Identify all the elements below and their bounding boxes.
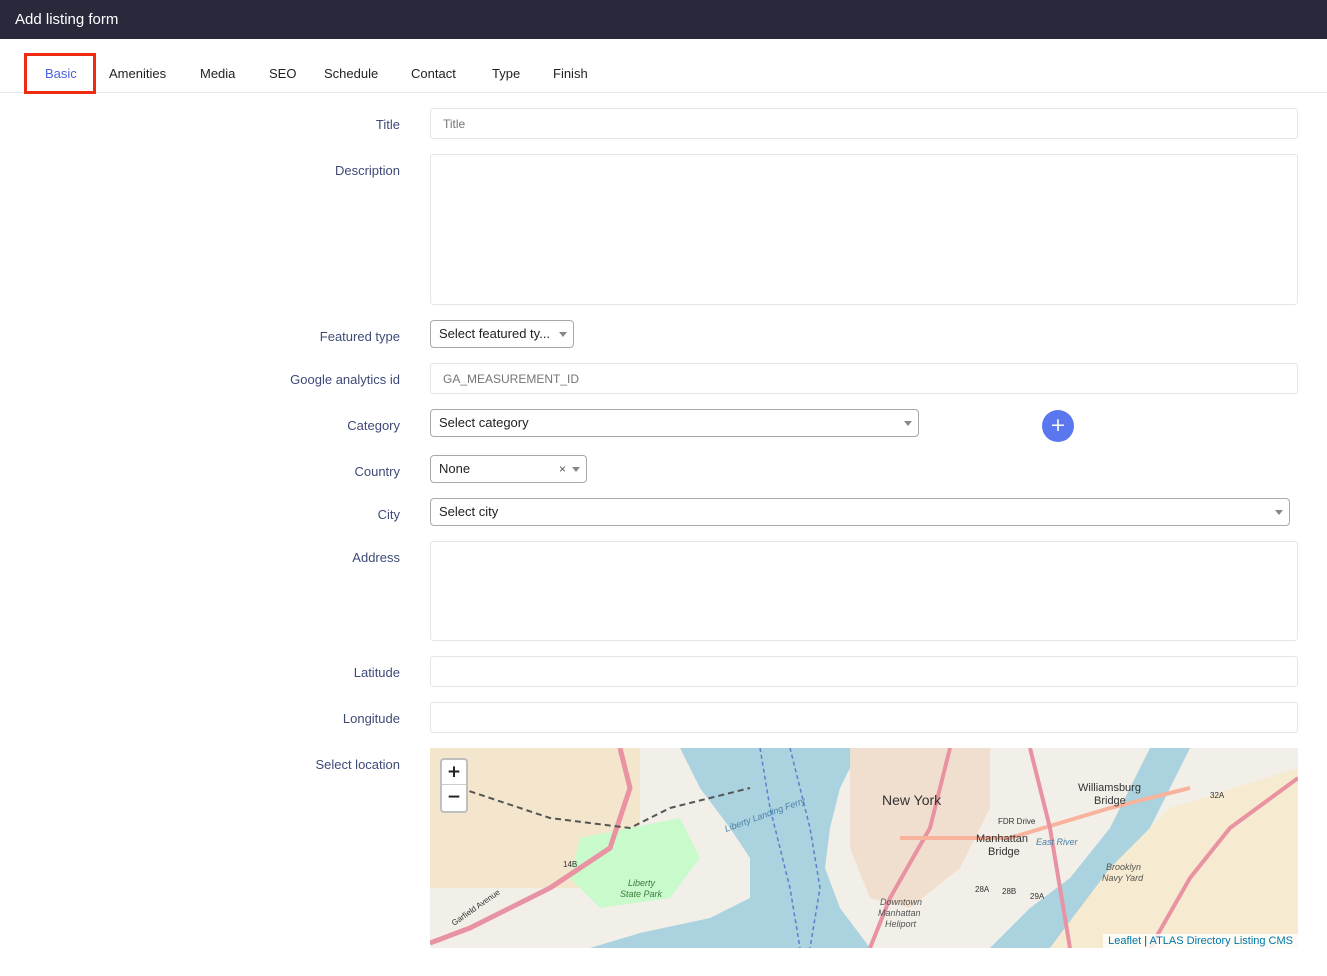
category-value: Select category [439, 415, 529, 430]
attribution-source-link[interactable]: ATLAS Directory Listing CMS [1150, 935, 1293, 947]
map-label-brooklyn: Brooklyn [1106, 862, 1141, 872]
title-input[interactable] [430, 108, 1298, 139]
map-label-32a: 32A [1210, 791, 1225, 800]
map-label-east-river: East River [1036, 837, 1079, 847]
description-label: Description [334, 163, 400, 178]
tab-media[interactable]: Media [200, 66, 235, 81]
zoom-out-button[interactable]: − [442, 785, 466, 810]
tab-type[interactable]: Type [492, 66, 520, 81]
location-label: Select location [315, 757, 400, 772]
city-label: City [377, 507, 400, 522]
map-label-manhattan: Manhattan [976, 833, 1028, 845]
address-textarea[interactable] [430, 541, 1298, 641]
category-select[interactable]: Select category [430, 409, 919, 437]
plus-icon: + [1050, 414, 1066, 436]
clear-icon[interactable]: × [559, 456, 566, 482]
featured-type-select[interactable]: Select featured ty... [430, 320, 574, 348]
attribution-separator: | [1144, 935, 1148, 947]
title-label: Title [375, 117, 400, 132]
country-value: None [439, 461, 471, 476]
page-header: Add listing form [0, 0, 1327, 39]
chevron-down-icon [904, 421, 912, 426]
city-value: Select city [439, 504, 499, 519]
map-label-downtown: Downtown [880, 897, 922, 907]
map-label-28a: 28A [975, 885, 990, 894]
address-label: Address [352, 550, 400, 565]
location-map[interactable]: New York Williamsburg Bridge Manhattan B… [430, 748, 1298, 948]
chevron-down-icon [559, 332, 567, 337]
tab-amenities[interactable]: Amenities [109, 66, 166, 81]
zoom-in-button[interactable]: + [442, 760, 466, 785]
map-attribution: Leaflet | ATLAS Directory Listing CMS [1103, 934, 1298, 948]
tab-finish[interactable]: Finish [553, 66, 588, 81]
longitude-input[interactable] [430, 702, 1298, 733]
chevron-down-icon [572, 467, 580, 472]
map-label-manhattan-bridge: Bridge [988, 846, 1020, 858]
country-label: Country [354, 464, 400, 479]
tab-contact[interactable]: Contact [411, 66, 456, 81]
country-select[interactable]: None × [430, 455, 587, 483]
map-label-29a: 29A [1030, 892, 1045, 901]
map-zoom-control: + − [440, 758, 468, 813]
active-tab-highlight [24, 53, 96, 94]
map-label-28b: 28B [1002, 887, 1016, 896]
map-label-williamsburg: Williamsburg [1078, 782, 1141, 794]
tab-seo[interactable]: SEO [269, 66, 296, 81]
map-label-14b: 14B [563, 860, 577, 869]
leaflet-link[interactable]: Leaflet [1108, 935, 1141, 947]
featured-type-label: Featured type [319, 329, 400, 344]
longitude-label: Longitude [342, 711, 400, 726]
map-tiles[interactable]: New York Williamsburg Bridge Manhattan B… [430, 748, 1298, 948]
map-label-liberty: Liberty [628, 878, 656, 888]
analytics-label: Google analytics id [290, 372, 400, 387]
map-label-state-park: State Park [620, 889, 663, 899]
map-label-fdr-drive: FDR Drive [998, 817, 1036, 826]
chevron-down-icon [1275, 510, 1283, 515]
featured-type-value: Select featured ty... [439, 326, 551, 341]
category-label: Category [347, 418, 400, 433]
add-category-button[interactable]: + [1042, 410, 1074, 442]
tab-schedule[interactable]: Schedule [324, 66, 378, 81]
map-label-navy-yard: Navy Yard [1102, 873, 1144, 883]
latitude-input[interactable] [430, 656, 1298, 687]
map-label-heliport: Heliport [885, 919, 917, 929]
city-select[interactable]: Select city [430, 498, 1290, 526]
tab-bar: Basic Amenities Media SEO Schedule Conta… [0, 39, 1327, 93]
latitude-label: Latitude [353, 665, 400, 680]
description-textarea[interactable] [430, 154, 1298, 305]
map-label-williamsburg-bridge: Bridge [1094, 795, 1126, 807]
analytics-input[interactable] [430, 363, 1298, 394]
page-title: Add listing form [15, 11, 119, 28]
map-label-manhattan-heliport: Manhattan [878, 908, 921, 918]
map-label-new-york: New York [882, 792, 942, 808]
